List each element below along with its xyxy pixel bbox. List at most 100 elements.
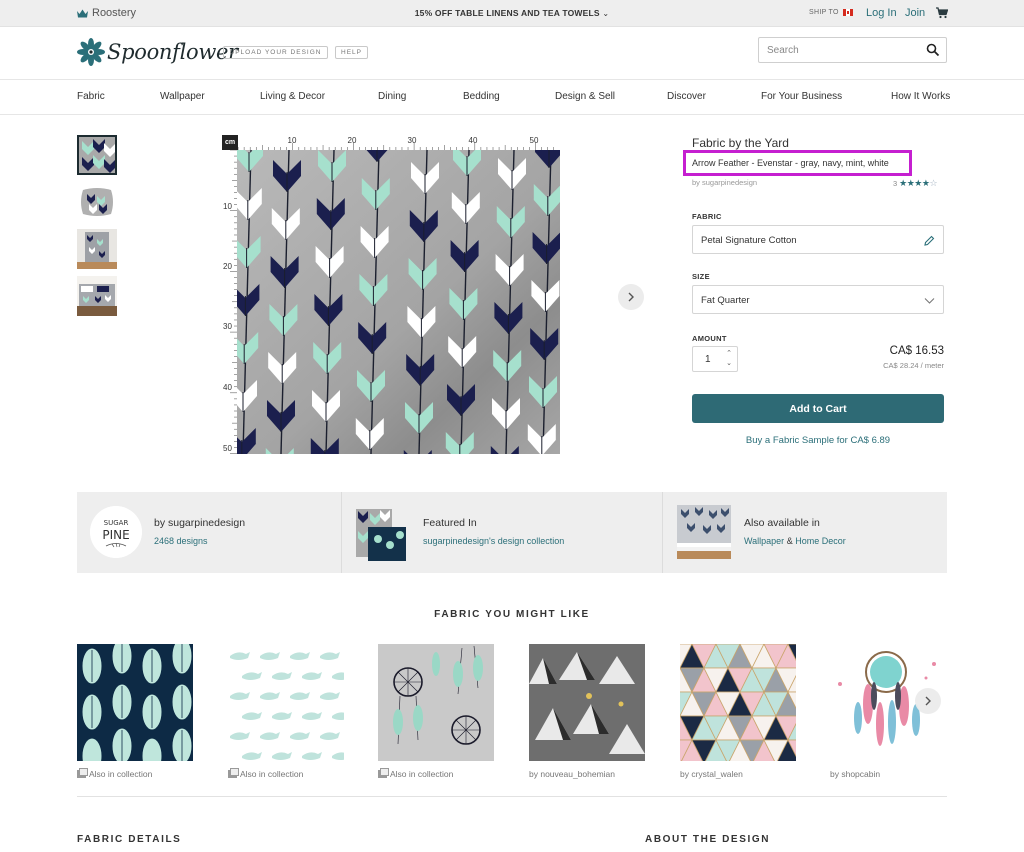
amount-label: AMOUNT — [692, 334, 727, 343]
featured-card: Featured In sugarpinedesign's design col… — [341, 492, 662, 573]
quantity-value: 1 — [705, 354, 711, 365]
recommendation-caption[interactable]: by shopcabin — [830, 769, 880, 779]
fox-pattern-image — [228, 644, 344, 761]
nav-living-decor[interactable]: Living & Decor — [260, 91, 325, 102]
designer-avatar[interactable]: SUGAR PINE — [90, 506, 142, 558]
price: CA$ 16.53 — [889, 345, 944, 357]
add-to-cart-button[interactable]: Add to Cart — [692, 394, 944, 423]
roostery-link[interactable]: Roostery — [77, 7, 136, 19]
design-info-strip: SUGAR PINE by sugarpinedesign 2468 desig… — [77, 492, 947, 573]
ruler-left-label: 40 — [223, 383, 232, 392]
thumbnail-bedding[interactable] — [77, 276, 117, 316]
ruler-top-label: 30 — [408, 136, 417, 145]
increment-icon[interactable]: ⌃ — [726, 350, 732, 358]
price-per-meter: CA$ 28.24 / meter — [883, 361, 944, 370]
ruler-top-label: 40 — [469, 136, 478, 145]
wallpaper-link[interactable]: Wallpaper — [744, 536, 784, 546]
designer-name[interactable]: by sugarpinedesign — [154, 517, 245, 529]
product-title: Fabric by the Yard — [692, 136, 789, 150]
ruler-top-label: 20 — [348, 136, 357, 145]
recommendation-tile[interactable] — [378, 644, 494, 761]
svg-text:PINE: PINE — [102, 528, 129, 542]
sugar-pine-logo: SUGAR PINE — [90, 506, 142, 558]
login-link[interactable]: Log In — [866, 7, 897, 19]
fabric-label: FABRIC — [692, 212, 722, 221]
nav-dining[interactable]: Dining — [378, 91, 406, 102]
promo-text[interactable]: 15% OFF TABLE LINENS AND TEA TOWELS ⌄ — [415, 8, 610, 18]
recommendations-next-button[interactable] — [915, 688, 941, 714]
featured-in-title: Featured In — [423, 517, 477, 529]
chevron-down-icon — [924, 298, 935, 304]
nav-design-sell[interactable]: Design & Sell — [555, 91, 615, 102]
buy-sample-link[interactable]: Buy a Fabric Sample for CA$ 6.89 — [692, 435, 944, 446]
collection-image — [354, 505, 410, 561]
recommendation-caption: Also in collection — [228, 768, 303, 779]
decrement-icon[interactable]: ⌄ — [726, 360, 732, 368]
designer-designs-link[interactable]: 2468 designs — [154, 536, 208, 546]
fabric-details-heading: FABRIC DETAILS — [77, 834, 182, 845]
home-decor-link[interactable]: Home Decor — [795, 536, 846, 546]
collection-link[interactable]: sugarpinedesign's design collection — [423, 536, 564, 546]
crown-icon — [77, 9, 88, 17]
size-select[interactable]: Fat Quarter — [692, 285, 944, 314]
collection-icon — [378, 768, 389, 778]
ruler-top-label: 50 — [530, 136, 539, 145]
upload-design-button[interactable]: UPLOAD YOUR DESIGN — [223, 46, 328, 59]
ruler-unit-label: cm — [222, 135, 238, 150]
fabric-value: Petal Signature Cotton — [701, 235, 797, 246]
recommendation-tile[interactable] — [680, 644, 796, 761]
main-nav: Fabric Wallpaper Living & Decor Dining B… — [0, 80, 1024, 115]
arrow-pattern-image — [79, 137, 115, 173]
ruler-top-label: 10 — [288, 136, 297, 145]
ruler-left-label: 30 — [223, 322, 232, 331]
designer-link[interactable]: by sugarpinedesign — [692, 178, 757, 187]
search-icon[interactable] — [926, 43, 940, 57]
nav-fabric[interactable]: Fabric — [77, 91, 105, 102]
image-next-button[interactable] — [618, 284, 644, 310]
rating[interactable]: 3 ★★★★☆ — [893, 178, 938, 189]
recommendation-caption: Also in collection — [378, 768, 453, 779]
recommendation-tile[interactable] — [77, 644, 193, 761]
nav-discover[interactable]: Discover — [667, 91, 706, 102]
nav-wallpaper[interactable]: Wallpaper — [160, 91, 205, 102]
ship-to-label: SHIP TO — [809, 9, 839, 16]
design-name: Arrow Feather - Evenstar - gray, navy, m… — [692, 158, 889, 168]
nav-bedding[interactable]: Bedding — [463, 91, 500, 102]
spoonflower-logo[interactable]: Spoonflower — [77, 38, 238, 66]
dreamcatcher-pattern-image — [378, 644, 494, 761]
nav-for-your-business[interactable]: For Your Business — [761, 91, 842, 102]
canada-flag-icon — [842, 9, 853, 16]
ruler-left-label: 50 — [223, 444, 232, 453]
star-rating-icon: ★★★★☆ — [899, 178, 938, 188]
also-available-links: Wallpaper & Home Decor — [744, 536, 846, 546]
flower-logo-icon — [77, 38, 105, 66]
quantity-stepper[interactable]: 1 ⌃ ⌄ — [692, 346, 738, 372]
chevron-right-icon — [925, 696, 931, 706]
search-placeholder: Search — [767, 45, 799, 56]
collection-icon — [77, 768, 88, 778]
designer-card: SUGAR PINE by sugarpinedesign 2468 desig… — [77, 492, 341, 573]
leaf-pattern-image — [77, 644, 193, 761]
help-button[interactable]: HELP — [335, 46, 368, 59]
recommendation-tile[interactable] — [529, 644, 645, 761]
fabric-selector[interactable]: Petal Signature Cotton — [692, 225, 944, 254]
nav-how-it-works[interactable]: How It Works — [891, 91, 950, 102]
thumbnail-fabric[interactable] — [77, 135, 117, 175]
recommendations-title: FABRIC YOU MIGHT LIKE — [434, 609, 590, 620]
top-bar: Roostery 15% OFF TABLE LINENS AND TEA TO… — [0, 0, 1024, 27]
ship-to-selector[interactable]: SHIP TO — [809, 9, 853, 16]
curtain-image — [77, 229, 117, 269]
search-input[interactable]: Search — [758, 37, 947, 63]
svg-text:SUGAR: SUGAR — [104, 519, 129, 527]
chevron-down-icon: ⌄ — [602, 9, 610, 18]
recommendation-caption[interactable]: by crystal_walen — [680, 769, 743, 779]
size-label: SIZE — [692, 272, 710, 281]
fabric-preview-image — [237, 150, 560, 454]
recommendation-tile[interactable] — [228, 644, 344, 761]
join-link[interactable]: Join — [905, 7, 925, 19]
rating-count: 3 — [893, 179, 898, 188]
cart-icon[interactable] — [936, 7, 948, 19]
thumbnail-pillow[interactable] — [77, 182, 117, 222]
thumbnail-curtain[interactable] — [77, 229, 117, 269]
recommendation-caption[interactable]: by nouveau_bohemian — [529, 769, 615, 779]
